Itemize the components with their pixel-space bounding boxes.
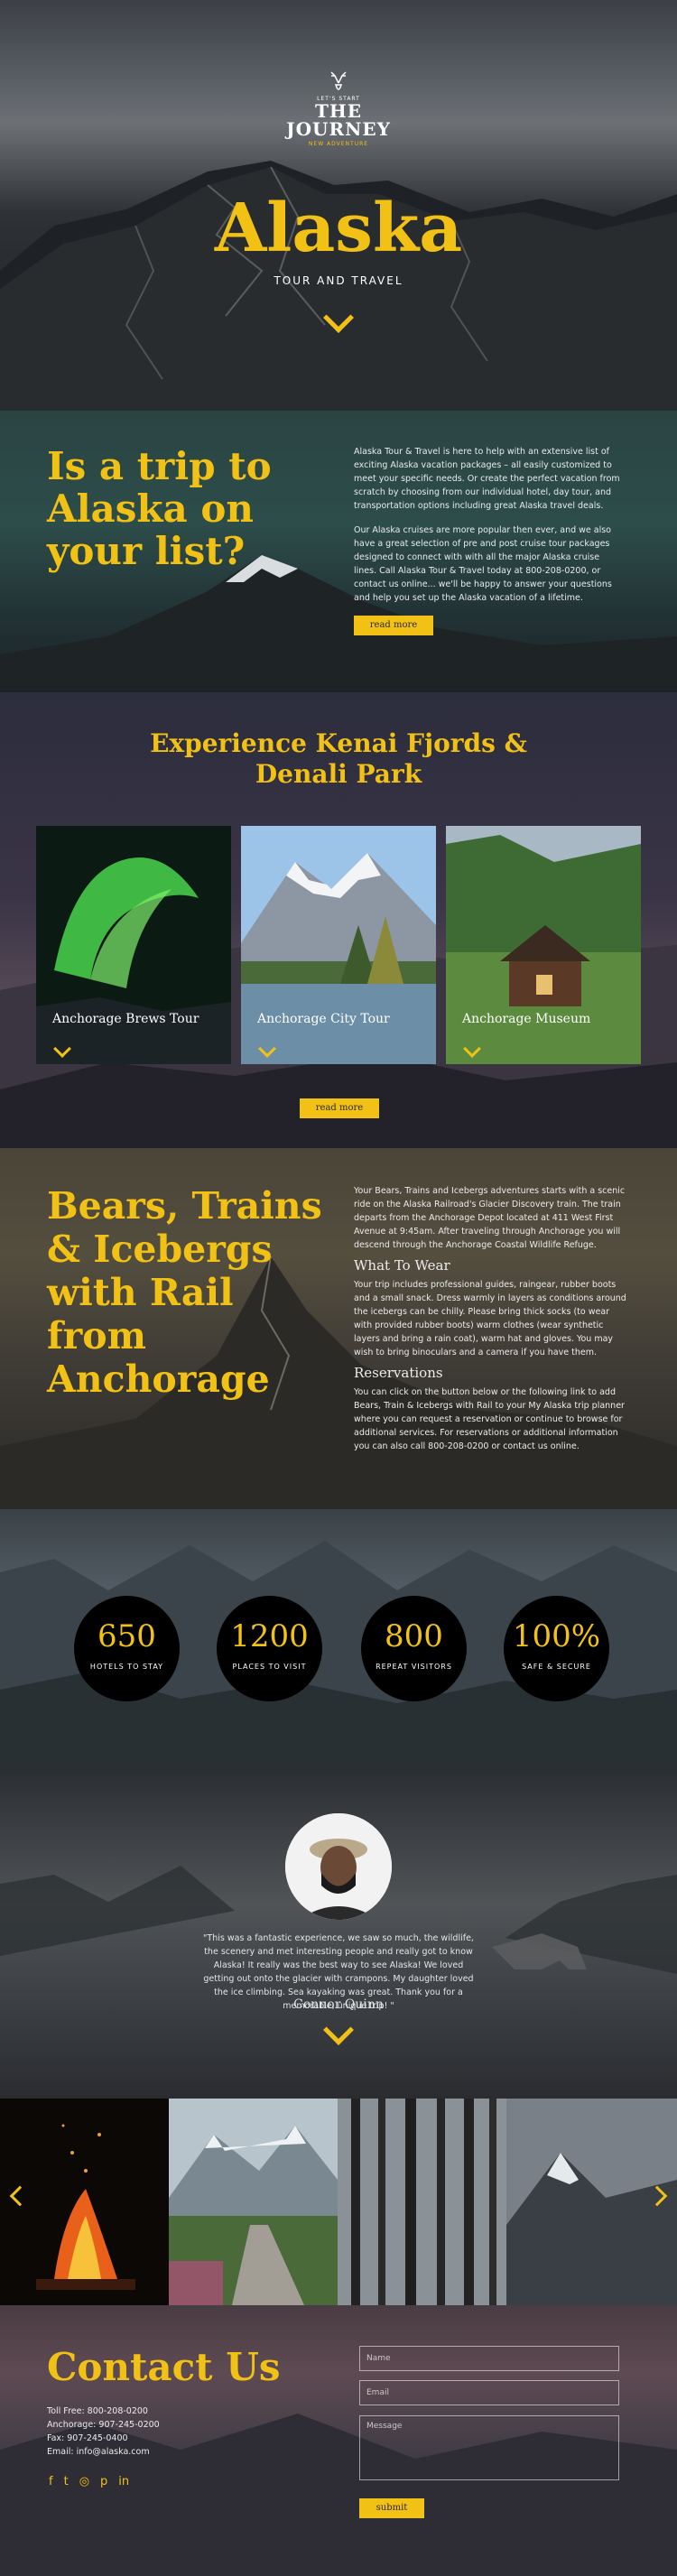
- stat-places: 1200 PLACES TO VISIT: [217, 1596, 322, 1701]
- submit-button[interactable]: submit: [359, 2498, 424, 2518]
- stat-label: SAFE & SECURE: [522, 1663, 591, 1671]
- twitter-icon[interactable]: t: [64, 2475, 69, 2488]
- gallery-section: [0, 2099, 677, 2305]
- wear-text: Your trip includes professional guides, …: [354, 1280, 626, 1357]
- hero-title: Alaska: [214, 190, 463, 267]
- stat-label: REPEAT VISITORS: [376, 1663, 452, 1671]
- testimonial-author: Connor Quinn: [293, 1997, 384, 2012]
- bears-intro: Your Bears, Trains and Icebergs adventur…: [354, 1186, 626, 1250]
- fax-number: Fax: 907-245-0400: [47, 2433, 128, 2443]
- social-links: f t ◎ p in: [49, 2475, 129, 2488]
- reservations-text: You can click on the button below or the…: [354, 1387, 625, 1451]
- bears-description: Your Bears, Trains and Icebergs adventur…: [354, 1184, 629, 1453]
- stat-value: 1200: [230, 1618, 309, 1654]
- trip-section: Is a trip to Alaska on your list? Alaska…: [0, 411, 677, 692]
- reservations-heading: Reservations: [354, 1365, 443, 1381]
- cabin-image: [446, 826, 641, 1064]
- email-field[interactable]: [359, 2380, 619, 2405]
- forest-image: [338, 2099, 506, 2305]
- card-label: Anchorage Museum: [462, 1012, 591, 1026]
- stat-visitors: 800 REPEAT VISITORS: [361, 1596, 467, 1701]
- mountain-trail-image: [169, 2099, 338, 2305]
- deer-icon: [330, 71, 347, 90]
- instagram-icon[interactable]: ◎: [79, 2475, 89, 2488]
- kenai-read-more-button[interactable]: read more: [300, 1098, 379, 1118]
- snowy-peak-image: [506, 2099, 677, 2305]
- trip-description: Alaska Tour & Travel is here to help wit…: [354, 445, 625, 635]
- hero-subtitle: TOUR AND TRAVEL: [274, 274, 403, 287]
- stat-label: HOTELS TO STAY: [89, 1663, 164, 1671]
- stat-label: PLACES TO VISIT: [232, 1663, 307, 1671]
- kenai-title: Experience Kenai Fjords & Denali Park: [0, 728, 677, 790]
- kenai-title-line1: Experience Kenai Fjords &: [150, 728, 527, 758]
- testimonial-section: "This was a fantastic experience, we saw…: [0, 1775, 677, 2099]
- name-field[interactable]: [359, 2346, 619, 2371]
- contact-section: Contact Us Toll Free: 800-208-0200 Ancho…: [0, 2305, 677, 2576]
- toll-free-phone: Toll Free: 800-208-0200: [47, 2406, 148, 2416]
- contact-email: Email: info@alaska.com: [47, 2447, 150, 2457]
- avatar: [285, 1813, 392, 1920]
- trip-paragraph-2: Our Alaska cruises are more popular then…: [354, 525, 612, 603]
- stat-value: 100%: [512, 1618, 601, 1654]
- trip-title: Is a trip to Alaska on your list?: [47, 444, 272, 573]
- stats-section: 650 HOTELS TO STAY 1200 PLACES TO VISIT …: [0, 1509, 677, 1775]
- kenai-section: Experience Kenai Fjords & Denali Park An…: [0, 692, 677, 1148]
- gallery-image-peak[interactable]: [506, 2099, 677, 2305]
- gallery-image-campfire[interactable]: [0, 2099, 169, 2305]
- aurora-image: [36, 826, 231, 1064]
- gallery-image-trail[interactable]: [169, 2099, 338, 2305]
- trip-paragraph-1: Alaska Tour & Travel is here to help wit…: [354, 447, 620, 511]
- stat-hotels: 650 HOTELS TO STAY: [74, 1596, 180, 1701]
- hero-section: LET'S START THE JOURNEY NEW ADVENTURE Al…: [0, 0, 677, 411]
- pinterest-icon[interactable]: p: [100, 2475, 107, 2488]
- tour-card-museum[interactable]: Anchorage Museum: [446, 826, 641, 1064]
- stat-value: 800: [385, 1618, 443, 1654]
- facebook-icon[interactable]: f: [49, 2475, 53, 2488]
- brand-logo[interactable]: LET'S START THE JOURNEY NEW ADVENTURE: [0, 65, 677, 147]
- kenai-title-line2: Denali Park: [255, 759, 422, 789]
- person-photo: [285, 1813, 392, 1920]
- tour-card-brews[interactable]: Anchorage Brews Tour: [36, 826, 231, 1064]
- anchorage-phone: Anchorage: 907-245-0200: [47, 2420, 160, 2430]
- logo-line2: JOURNEY: [286, 118, 391, 140]
- gallery-image-forest[interactable]: [338, 2099, 506, 2305]
- card-label: Anchorage Brews Tour: [52, 1012, 199, 1026]
- bears-title: Bears, Trains & Icebergs with Rail from …: [47, 1184, 322, 1401]
- card-label: Anchorage City Tour: [257, 1012, 390, 1026]
- tour-card-city[interactable]: Anchorage City Tour: [241, 826, 436, 1064]
- contact-info: Toll Free: 800-208-0200 Anchorage: 907-2…: [47, 2405, 160, 2459]
- contact-title: Contact Us: [47, 2345, 281, 2389]
- stat-value: 650: [97, 1618, 156, 1654]
- trip-read-more-button[interactable]: read more: [354, 616, 433, 635]
- stat-safe: 100% SAFE & SECURE: [504, 1596, 609, 1701]
- bears-section: Bears, Trains & Icebergs with Rail from …: [0, 1148, 677, 1509]
- campfire-image: [0, 2099, 169, 2305]
- logo-tag: NEW ADVENTURE: [308, 141, 369, 147]
- linkedin-icon[interactable]: in: [118, 2475, 129, 2488]
- wear-heading: What To Wear: [354, 1257, 450, 1274]
- message-field[interactable]: [359, 2415, 619, 2480]
- logo-line1: THE: [314, 100, 363, 122]
- lake-mountain-image: [241, 826, 436, 1064]
